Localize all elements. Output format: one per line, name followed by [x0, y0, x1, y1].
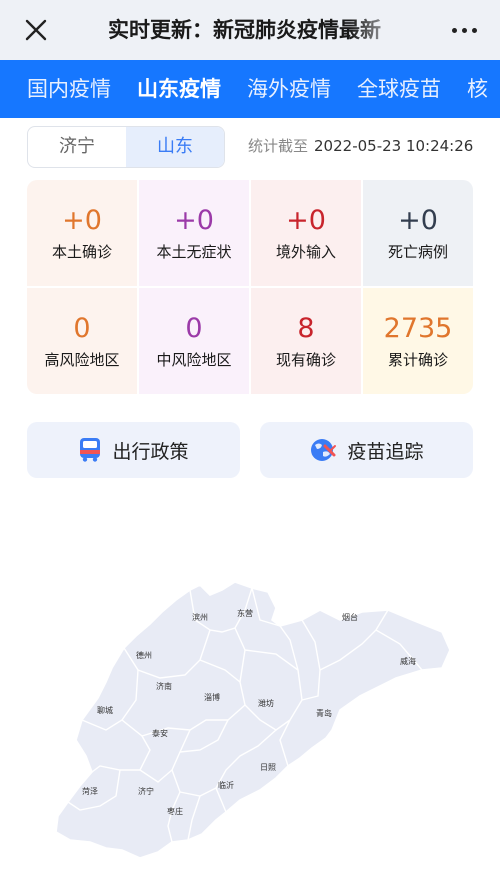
more-options-button[interactable]	[444, 14, 484, 46]
city-label: 淄博	[204, 692, 220, 702]
city-label: 烟台	[342, 612, 358, 622]
city-label: 泰安	[152, 728, 168, 738]
city-label: 枣庄	[167, 806, 183, 816]
stat-value: 2735	[383, 312, 453, 344]
stat-high-risk-areas: 0 高风险地区	[27, 288, 137, 394]
stat-total-confirmed: 2735 累计确诊	[363, 288, 473, 394]
city-label: 德州	[136, 650, 152, 660]
tab-global-vaccine[interactable]: 全球疫苗	[345, 60, 455, 118]
city-label: 聊城	[97, 706, 113, 715]
stat-imported: +0 境外输入	[251, 180, 361, 286]
stat-local-asymptomatic: +0 本土无症状	[139, 180, 249, 286]
stat-value: 8	[297, 312, 315, 344]
vaccine-tracking-label: 疫苗追踪	[347, 440, 424, 463]
more-dot-icon	[471, 27, 477, 33]
stat-value: +0	[286, 204, 326, 236]
province-outline	[55, 581, 451, 859]
vaccine-globe-icon	[311, 439, 337, 461]
stat-local-confirmed: +0 本土确诊	[27, 180, 137, 286]
tab-domestic[interactable]: 国内疫情	[0, 60, 125, 118]
stat-current-confirmed: 8 现有确诊	[251, 288, 361, 394]
city-label: 日照	[260, 763, 276, 772]
city-label: 青岛	[316, 708, 332, 718]
stats-timestamp: 统计截至 2022-05-23 10:24:26	[248, 134, 473, 158]
stats-time-label: 统计截至	[248, 137, 309, 155]
stat-label: 境外输入	[275, 242, 336, 261]
stat-value: +0	[398, 204, 438, 236]
tab-nucleic[interactable]: 核	[455, 60, 500, 118]
city-label: 威海	[400, 656, 416, 666]
stat-label: 本土无症状	[156, 242, 232, 261]
top-bar: 实时更新：新冠肺炎疫情最新	[0, 0, 500, 61]
tab-shandong[interactable]: 山东疫情	[125, 60, 235, 118]
stat-value: 0	[73, 312, 91, 344]
bus-icon	[80, 438, 101, 462]
travel-policy-button[interactable]: 出行政策	[27, 422, 240, 478]
stat-deaths: +0 死亡病例	[363, 180, 473, 286]
province-map-svg: 滨州 东营 烟台 德州 威海 济南 淄博 潍坊 聊城 青岛 泰安 日照 菏泽 济…	[55, 581, 451, 859]
close-button[interactable]	[18, 12, 54, 48]
nav-tabs: 国内疫情 山东疫情 海外疫情 全球疫苗核	[0, 60, 500, 118]
stat-label: 累计确诊	[387, 350, 448, 369]
city-label: 滨州	[192, 612, 208, 622]
city-label: 菏泽	[82, 786, 98, 796]
region-option-jining[interactable]: 济宁	[28, 127, 126, 167]
city-label: 东营	[237, 608, 253, 618]
stat-label: 高风险地区	[44, 350, 120, 369]
stat-label: 中风险地区	[156, 350, 232, 369]
stat-label: 现有确诊	[275, 350, 336, 369]
stats-grid: +0 本土确诊 +0 本土无症状 +0 境外输入 +0 死亡病例 0 高风险地区…	[27, 180, 473, 394]
stat-value: +0	[174, 204, 214, 236]
stat-label: 本土确诊	[51, 242, 112, 261]
city-label: 潍坊	[258, 698, 274, 708]
more-dot-icon	[461, 27, 467, 33]
more-dot-icon	[451, 27, 457, 33]
tab-overseas[interactable]: 海外疫情	[235, 60, 345, 118]
close-icon	[25, 19, 47, 41]
stats-time-value: 2022-05-23 10:24:26	[314, 137, 474, 155]
region-option-shandong[interactable]: 山东	[126, 127, 224, 167]
region-toggle: 济宁 山东	[27, 126, 225, 168]
stat-value: 0	[185, 312, 203, 344]
stat-medium-risk-areas: 0 中风险地区	[139, 288, 249, 394]
city-label: 临沂	[218, 780, 234, 790]
page-title: 实时更新：新冠肺炎疫情最新	[108, 18, 381, 42]
shandong-map: 滨州 东营 烟台 德州 威海 济南 淄博 潍坊 聊城 青岛 泰安 日照 菏泽 济…	[40, 570, 480, 870]
stat-label: 死亡病例	[387, 242, 448, 261]
stat-value: +0	[62, 204, 102, 236]
vaccine-tracking-button[interactable]: 疫苗追踪	[260, 422, 473, 478]
city-label: 济南	[156, 681, 172, 691]
city-label: 济宁	[138, 786, 154, 796]
travel-policy-label: 出行政策	[112, 440, 189, 463]
